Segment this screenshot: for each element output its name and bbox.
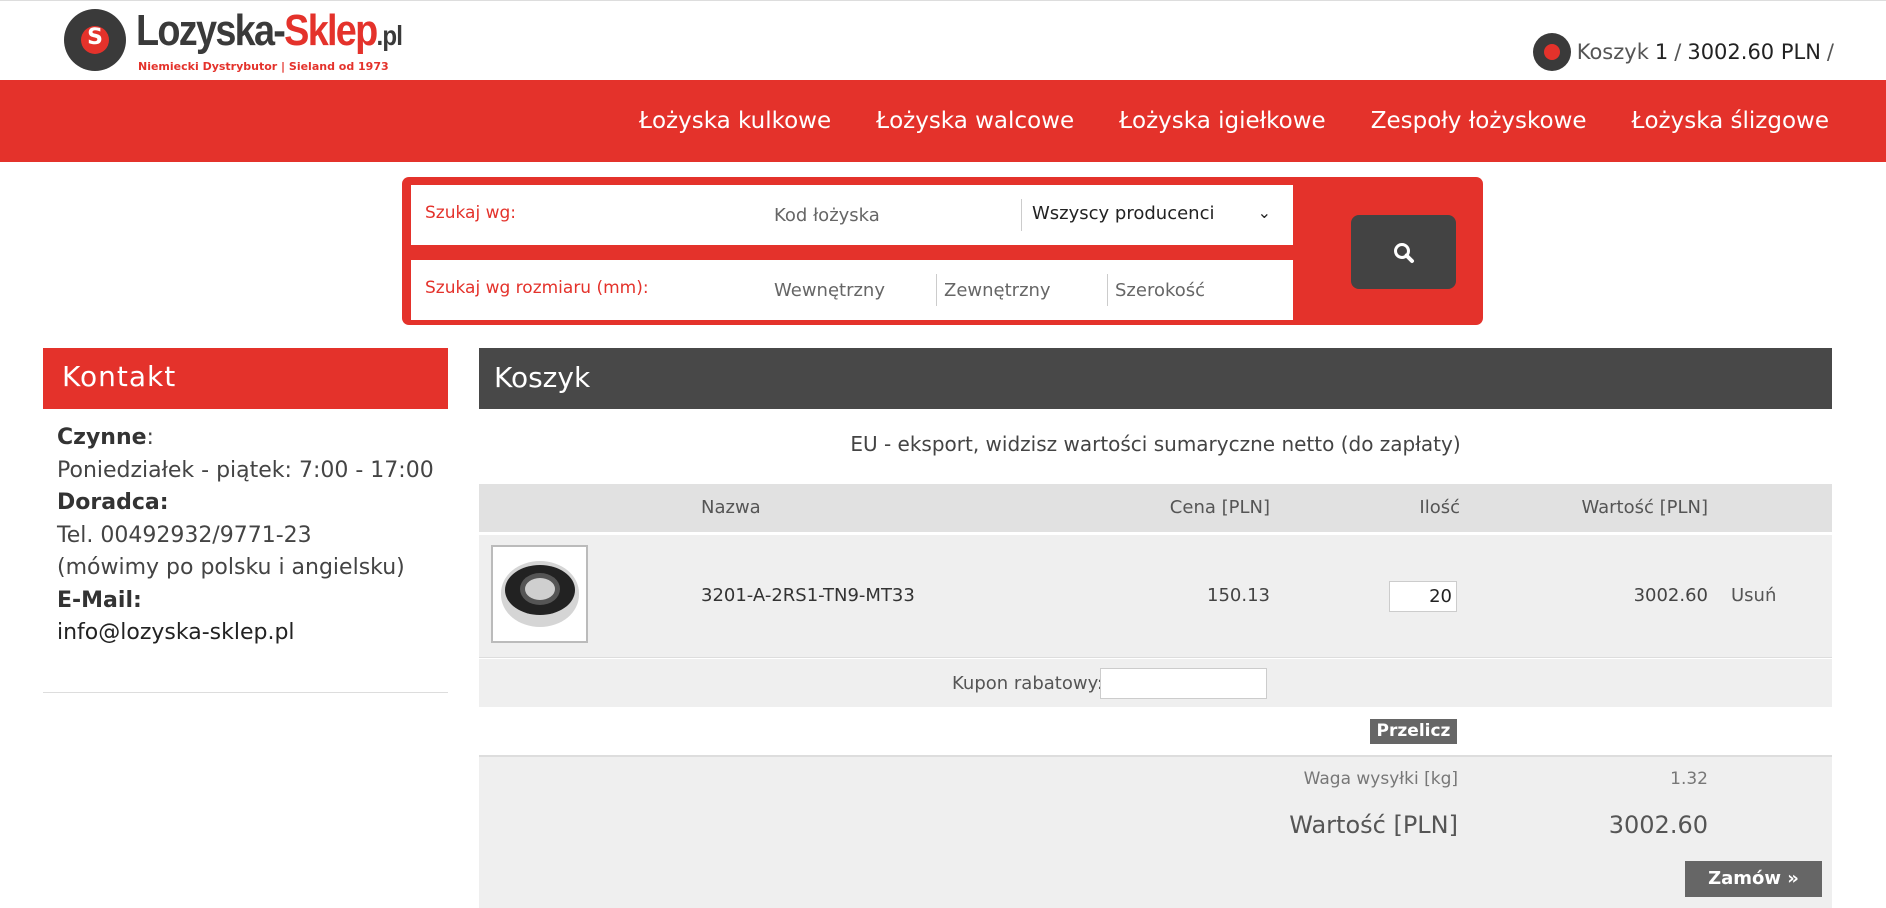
main-nav: Łożyska kulkowe Łożyska walcowe Łożyska …	[0, 80, 1886, 162]
product-value: 3002.60	[1633, 585, 1708, 606]
search-panel: Szukaj wg: Wszyscy producenci ⌄ Szukaj w…	[402, 177, 1483, 325]
logo-tagline: Niemiecki Dystrybutor | Sieland od 1973	[138, 60, 389, 73]
quantity-input[interactable]	[1389, 581, 1457, 612]
site-logo[interactable]: S Lozyska-Sklep.pl Niemiecki Dystrybutor…	[64, 9, 445, 73]
search-row-code: Szukaj wg: Wszyscy producenci ⌄	[411, 185, 1293, 245]
cart-totals: Waga wysyłki [kg] 1.32 Wartość [PLN] 300…	[479, 755, 1832, 908]
cart-label: Koszyk	[1576, 40, 1649, 64]
contact-info: Czynne: Poniedziałek - piątek: 7:00 - 17…	[57, 422, 434, 650]
col-value: Wartość [PLN]	[1581, 497, 1708, 518]
header-cart-summary[interactable]: Koszyk 1 / 3002.60 PLN /	[1532, 33, 1834, 71]
nav-item-plain-bearings[interactable]: Łożyska ślizgowe	[1632, 108, 1829, 134]
total-value: 3002.60	[1608, 811, 1708, 839]
eu-export-note: EU - eksport, widzisz wartości sumaryczn…	[850, 432, 1461, 456]
logo-gear-icon: S	[64, 9, 126, 71]
weight-label: Waga wysyłki [kg]	[1303, 769, 1458, 789]
recalculate-button[interactable]: Przelicz	[1370, 719, 1457, 744]
cart-separator: /	[1674, 40, 1682, 64]
order-button[interactable]: Zamów »	[1685, 861, 1822, 897]
inner-diameter-input[interactable]	[768, 270, 928, 310]
search-button[interactable]	[1351, 215, 1456, 289]
total-label: Wartość [PLN]	[1289, 811, 1458, 839]
cart-title: Koszyk	[479, 348, 1832, 409]
nav-item-bearing-units[interactable]: Zespoły łożyskowe	[1371, 108, 1587, 134]
sidebar-divider	[43, 692, 448, 693]
search-by-size-label: Szukaj wg rozmiaru (mm):	[425, 278, 649, 298]
contact-heading: Kontakt	[43, 348, 448, 409]
col-qty: Ilość	[1419, 497, 1460, 518]
nav-item-needle-bearings[interactable]: Łożyska igiełkowe	[1119, 108, 1326, 134]
product-name[interactable]: 3201-A-2RS1-TN9-MT33	[701, 585, 915, 606]
chevron-down-icon: ⌄	[1257, 203, 1271, 222]
col-name: Nazwa	[701, 497, 761, 518]
email-label: E-Mail:	[57, 587, 142, 613]
coupon-label: Kupon rabatowy:	[952, 673, 1103, 694]
col-price: Cena [PLN]	[1169, 497, 1270, 518]
cart-total: 3002.60 PLN	[1687, 40, 1821, 64]
field-divider	[936, 274, 937, 306]
coupon-row: Kupon rabatowy:	[479, 659, 1832, 707]
email-link[interactable]: info@lozyska-sklep.pl	[57, 617, 434, 650]
cart-gear-icon	[1532, 33, 1571, 71]
advisor-label: Doradca:	[57, 490, 169, 515]
phone-number: Tel. 00492932/9771-23	[57, 522, 312, 548]
weight-value: 1.32	[1670, 769, 1708, 789]
product-thumbnail[interactable]	[491, 545, 588, 643]
nav-item-roller-bearings[interactable]: Łożyska walcowe	[876, 108, 1074, 134]
width-input[interactable]	[1109, 270, 1279, 310]
outer-diameter-input[interactable]	[938, 270, 1098, 310]
hours-value: Poniedziałek - piątek: 7:00 - 17:00	[57, 457, 434, 483]
search-by-label: Szukaj wg:	[425, 203, 517, 223]
hours-label: Czynne	[57, 425, 147, 450]
nav-item-ball-bearings[interactable]: Łożyska kulkowe	[639, 108, 831, 134]
product-price: 150.13	[1207, 585, 1270, 606]
bearing-image	[501, 561, 579, 627]
field-divider	[1107, 274, 1108, 306]
manufacturer-select[interactable]: Wszyscy producenci ⌄	[1021, 199, 1281, 231]
remove-link[interactable]: Usuń	[1731, 585, 1776, 606]
cart-count: 1	[1654, 40, 1669, 64]
coupon-input[interactable]	[1100, 668, 1267, 699]
top-header: S Lozyska-Sklep.pl Niemiecki Dystrybutor…	[0, 0, 1886, 80]
bearing-code-input[interactable]	[768, 195, 1008, 235]
cart-separator-end: /	[1826, 40, 1834, 64]
manufacturer-selected: Wszyscy producenci	[1032, 203, 1215, 224]
table-row: 3201-A-2RS1-TN9-MT33 150.13 3002.60 Usuń	[479, 535, 1832, 658]
search-icon	[1394, 243, 1414, 263]
search-row-size: Szukaj wg rozmiaru (mm):	[411, 260, 1293, 320]
logo-wordmark: Lozyska-Sklep.pl	[136, 6, 403, 55]
languages-note: (mówimy po polsku i angielsku)	[57, 555, 405, 580]
cart-table-header: Nazwa Cena [PLN] Ilość Wartość [PLN]	[479, 484, 1832, 532]
